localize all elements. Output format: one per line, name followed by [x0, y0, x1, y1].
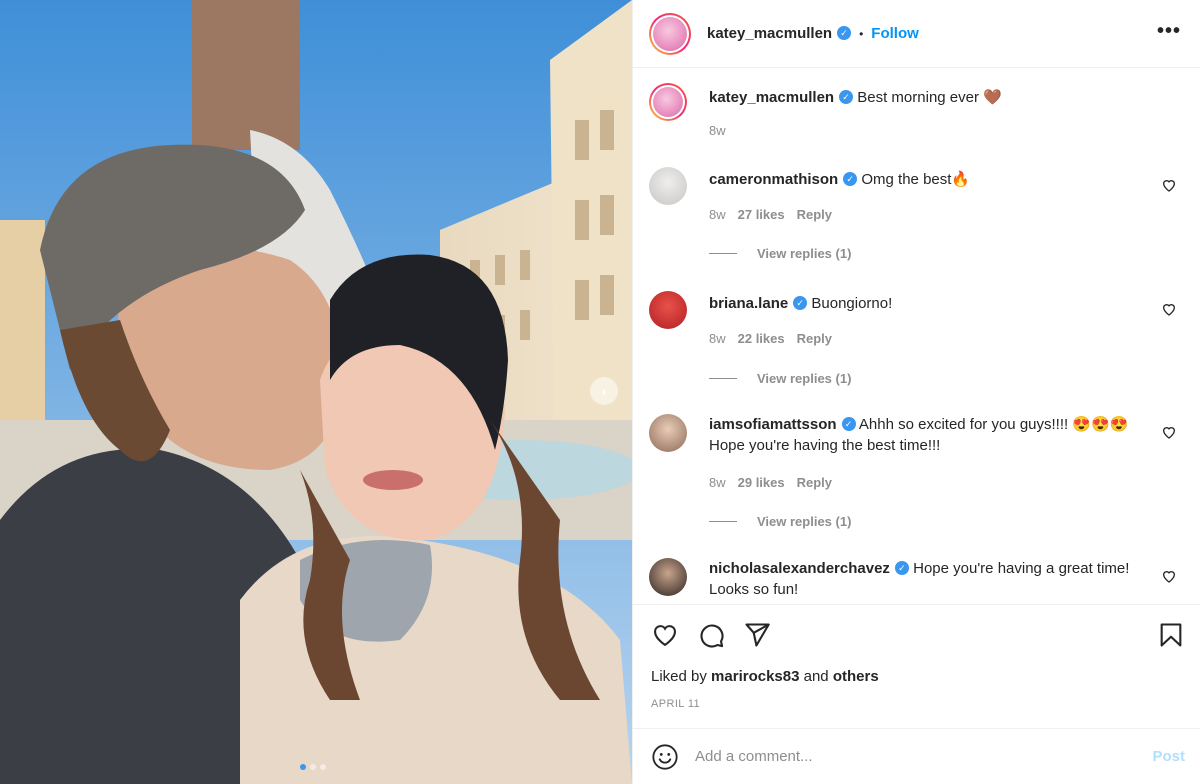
caption-time: 8w [709, 123, 726, 138]
like-comment-heart-icon[interactable] [1161, 301, 1177, 317]
liked-by-user[interactable]: marirocks83 [711, 668, 799, 685]
post-photo[interactable]: › [0, 0, 632, 784]
like-comment-heart-icon[interactable] [1161, 424, 1177, 440]
author-username[interactable]: katey_macmullen [707, 25, 832, 42]
separator-dot: • [859, 26, 864, 41]
post-date[interactable]: APRIL 11 [651, 698, 700, 710]
commenter-avatar[interactable] [649, 167, 687, 205]
post-header: katey_macmullen ✓ • Follow ••• [633, 0, 1200, 68]
chevron-right-icon: › [601, 383, 607, 399]
view-replies-button[interactable]: View replies (1) [709, 514, 851, 529]
more-options-icon[interactable]: ••• [1157, 20, 1181, 43]
commenter-avatar[interactable] [649, 414, 687, 452]
carousel-dot [320, 764, 326, 770]
author-avatar[interactable] [649, 12, 691, 55]
comment-bubble-icon[interactable] [697, 621, 725, 649]
view-replies-button[interactable]: View replies (1) [709, 246, 851, 261]
commenter-avatar[interactable] [649, 558, 687, 596]
heart-icon[interactable] [651, 621, 679, 649]
author-avatar-small[interactable] [649, 83, 687, 121]
caption-text: Best morning ever 🤎 [857, 89, 1002, 106]
commenter-avatar[interactable] [649, 291, 687, 329]
comment-time: 8w [709, 475, 726, 490]
reply-button[interactable]: Reply [797, 331, 832, 346]
carousel-dot-active [300, 764, 306, 770]
verified-badge-icon: ✓ [793, 296, 808, 311]
comment-likes[interactable]: 29 likes [738, 475, 785, 490]
reply-button[interactable]: Reply [797, 207, 832, 222]
follow-button[interactable]: Follow [871, 25, 919, 42]
smiley-icon[interactable] [651, 743, 679, 771]
save-button[interactable] [1157, 621, 1185, 653]
paper-plane-icon[interactable] [743, 621, 771, 649]
caption-username[interactable]: katey_macmullen [709, 89, 834, 106]
verified-badge-icon: ✓ [841, 417, 856, 432]
comment-time: 8w [709, 207, 726, 222]
like-comment-heart-icon[interactable] [1161, 177, 1177, 193]
liked-by-prefix: Liked by [651, 668, 707, 685]
comments-list[interactable]: katey_macmullen ✓ Best morning ever 🤎 8w … [633, 69, 1200, 604]
add-comment-bar: Post [633, 728, 1200, 784]
post-comment-button[interactable]: Post [1152, 748, 1185, 765]
instagram-post-modal: › katey_macmullen ✓ • Follow ••• katey_m… [0, 0, 1200, 784]
liked-by-and: and [803, 668, 829, 685]
comment-likes[interactable]: 27 likes [738, 207, 785, 222]
comment-likes[interactable]: 22 likes [738, 331, 785, 346]
selfie-photo-illustration [0, 0, 632, 784]
reply-button[interactable]: Reply [797, 475, 832, 490]
view-replies-label: View replies (1) [757, 371, 852, 386]
post-actions: Liked by marirocks83 and others APRIL 11 [633, 604, 1200, 724]
view-replies-label: View replies (1) [757, 514, 852, 529]
comment-username[interactable]: iamsofiamattsson [709, 416, 837, 433]
comment-text: Buongiorno! [811, 295, 893, 312]
carousel-indicator [300, 764, 326, 770]
comment-time: 8w [709, 331, 726, 346]
verified-badge-icon: ✓ [837, 25, 852, 40]
bookmark-icon [1160, 623, 1182, 647]
carousel-dot [310, 764, 316, 770]
verified-badge-icon: ✓ [843, 172, 858, 187]
comment-username[interactable]: briana.lane [709, 295, 788, 312]
post-details-panel: katey_macmullen ✓ • Follow ••• katey_mac… [632, 0, 1200, 784]
comment-username[interactable]: cameronmathison [709, 171, 838, 188]
comment-username[interactable]: nicholasalexanderchavez [709, 560, 890, 577]
view-replies-label: View replies (1) [757, 246, 852, 261]
liked-by-text: Liked by marirocks83 and others [651, 668, 879, 685]
carousel-next-button[interactable]: › [590, 377, 618, 405]
view-replies-button[interactable]: View replies (1) [709, 371, 851, 386]
add-comment-input[interactable] [695, 748, 1115, 765]
like-comment-heart-icon[interactable] [1161, 568, 1177, 584]
liked-by-others[interactable]: others [833, 668, 879, 685]
verified-badge-icon: ✓ [839, 90, 854, 105]
comment-text: Omg the best🔥 [861, 171, 971, 188]
verified-badge-icon: ✓ [894, 561, 909, 576]
